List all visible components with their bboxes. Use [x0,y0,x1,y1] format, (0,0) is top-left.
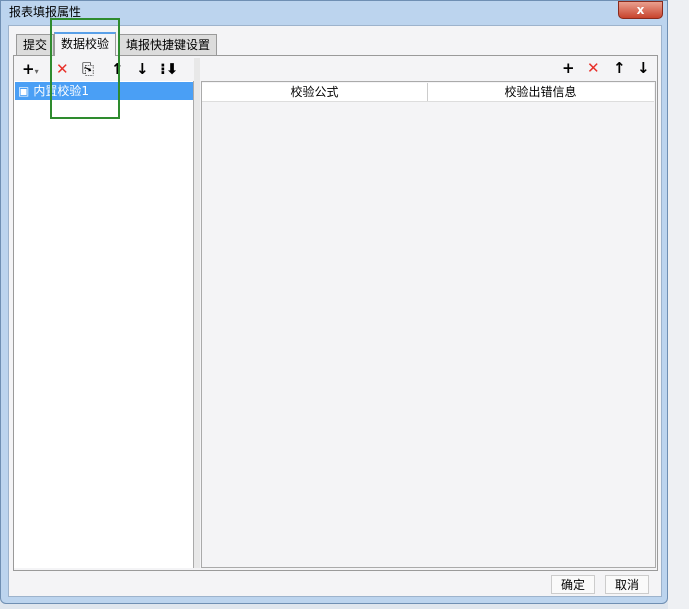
splitter[interactable] [194,58,200,568]
cancel-button[interactable]: 取消 [605,575,649,594]
validation-list [14,81,194,568]
tab-submit[interactable]: 提交 [16,34,55,55]
add-icon[interactable]: +▾ [22,61,39,80]
tab-data-validation[interactable]: 数据校验 [54,32,117,56]
window-title: 报表填报属性 [9,5,82,19]
add-row-icon[interactable]: + [562,60,575,76]
delete-icon[interactable]: ✕ [56,61,69,77]
close-button[interactable]: x [618,1,663,19]
row-up-icon[interactable]: ↑ [613,60,626,76]
column-formula[interactable]: 校验公式 [202,83,428,101]
list-item-label: 内置校验1 [33,84,89,98]
ok-button[interactable]: 确定 [551,575,595,594]
row-down-icon[interactable]: ↓ [637,60,650,76]
validation-table [201,81,656,568]
move-bottom-icon[interactable]: ⁝⬇ [160,61,178,77]
tab-shortcut-settings[interactable]: 填报快捷键设置 [119,34,218,55]
table-header: 校验公式 校验出错信息 [202,83,654,102]
column-error-message[interactable]: 校验出错信息 [428,83,653,101]
move-up-icon[interactable]: ↑ [111,61,124,77]
list-item[interactable]: ▣ 内置校验1 [15,82,193,100]
background-window [668,0,689,609]
copy-icon[interactable]: ⎘ [82,61,94,77]
delete-row-icon[interactable]: ✕ [587,60,600,76]
item-icon: ▣ [18,84,30,98]
move-down-icon[interactable]: ↓ [136,61,149,77]
